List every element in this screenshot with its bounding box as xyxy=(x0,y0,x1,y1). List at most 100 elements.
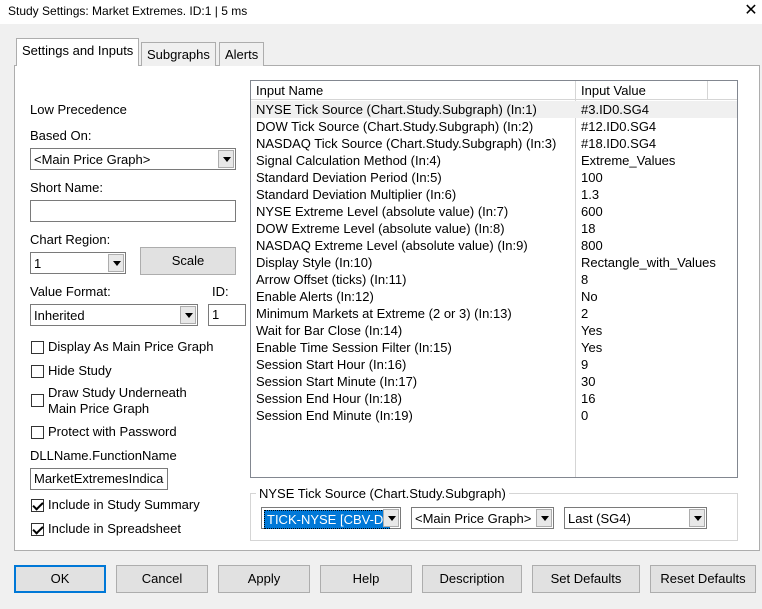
tab-alerts[interactable]: Alerts xyxy=(219,42,265,66)
table-row[interactable]: Display Style (In:10) Rectangle_with_Valu… xyxy=(251,254,737,271)
input-name-cell: Standard Deviation Period (In:5) xyxy=(256,170,442,185)
table-row[interactable]: NASDAQ Extreme Level (absolute value) (I… xyxy=(251,237,737,254)
scale-button[interactable]: Scale xyxy=(140,247,236,275)
table-row[interactable]: NASDAQ Tick Source (Chart.Study.Subgraph… xyxy=(251,135,737,152)
help-button[interactable]: Help xyxy=(320,565,412,593)
header-divider xyxy=(707,81,708,100)
table-row[interactable]: Session End Hour (In:18) 16 xyxy=(251,390,737,407)
input-value-cell[interactable]: #12.ID0.SG4 xyxy=(581,119,656,134)
value-format-value: Inherited xyxy=(34,308,85,323)
input-value-cell[interactable]: Extreme_Values xyxy=(581,153,675,168)
input-name-cell: Wait for Bar Close (In:14) xyxy=(256,323,403,338)
apply-button[interactable]: Apply xyxy=(218,565,310,593)
hide-study-label: Hide Study xyxy=(48,363,112,378)
input-name-cell: Minimum Markets at Extreme (2 or 3) (In:… xyxy=(256,306,512,321)
table-row[interactable]: DOW Extreme Level (absolute value) (In:8… xyxy=(251,220,737,237)
subgraph-source-value: Last (SG4) xyxy=(568,511,631,526)
chevron-down-icon xyxy=(180,306,196,324)
input-name-cell: Session End Minute (In:19) xyxy=(256,408,413,423)
value-format-dropdown[interactable]: Inherited xyxy=(30,304,198,326)
grid-header: Input Name Input Value xyxy=(251,81,737,100)
table-row[interactable]: Session Start Minute (In:17) 30 xyxy=(251,373,737,390)
chevron-down-icon xyxy=(108,254,124,272)
input-value-cell[interactable]: 0 xyxy=(581,408,588,423)
input-value-cell[interactable]: 18 xyxy=(581,221,595,236)
reset-defaults-button[interactable]: Reset Defaults xyxy=(650,565,756,593)
study-source-dropdown[interactable]: <Main Price Graph> xyxy=(411,507,554,529)
tab-subgraphs[interactable]: Subgraphs xyxy=(141,42,216,66)
input-value-cell[interactable]: Yes xyxy=(581,340,602,355)
include-spreadsheet-label: Include in Spreadsheet xyxy=(48,521,181,536)
input-value-cell[interactable]: 2 xyxy=(581,306,588,321)
input-value-cell[interactable]: 8 xyxy=(581,272,588,287)
input-name-cell: NASDAQ Extreme Level (absolute value) (I… xyxy=(256,238,528,253)
input-value-cell[interactable]: 1.3 xyxy=(581,187,599,202)
input-name-cell: DOW Tick Source (Chart.Study.Subgraph) (… xyxy=(256,119,534,134)
chevron-down-icon xyxy=(689,509,705,527)
dll-input[interactable]: MarketExtremesIndica xyxy=(30,468,168,490)
input-value-cell[interactable]: No xyxy=(581,289,598,304)
table-row[interactable]: Minimum Markets at Extreme (2 or 3) (In:… xyxy=(251,305,737,322)
cancel-button[interactable]: Cancel xyxy=(116,565,208,593)
hide-study-checkbox[interactable] xyxy=(31,365,44,378)
protect-password-checkbox[interactable] xyxy=(31,426,44,439)
dll-label: DLLName.FunctionName xyxy=(30,448,177,463)
input-name-cell: Standard Deviation Multiplier (In:6) xyxy=(256,187,457,202)
input-value-cell[interactable]: 16 xyxy=(581,391,595,406)
table-row[interactable]: DOW Tick Source (Chart.Study.Subgraph) (… xyxy=(251,118,737,135)
protect-password-label: Protect with Password xyxy=(48,424,177,439)
chart-source-dropdown[interactable]: TICK-NYSE [CBV-D] xyxy=(261,507,401,529)
table-row[interactable]: NYSE Tick Source (Chart.Study.Subgraph) … xyxy=(251,101,737,118)
input-value-cell[interactable]: 9 xyxy=(581,357,588,372)
id-label: ID: xyxy=(212,284,229,299)
chevron-down-icon xyxy=(218,150,234,168)
table-row[interactable]: Session Start Hour (In:16) 9 xyxy=(251,356,737,373)
input-name-cell: Session Start Hour (In:16) xyxy=(256,357,407,372)
table-row[interactable]: Enable Time Session Filter (In:15) Yes xyxy=(251,339,737,356)
input-value-cell[interactable]: 30 xyxy=(581,374,595,389)
include-summary-checkbox[interactable] xyxy=(31,499,44,512)
inputs-grid[interactable]: Input Name Input Value NYSE Tick Source … xyxy=(250,80,738,478)
display-as-main-label: Display As Main Price Graph xyxy=(48,339,214,354)
id-input[interactable]: 1 xyxy=(208,304,246,326)
input-name-cell: NYSE Tick Source (Chart.Study.Subgraph) … xyxy=(256,102,537,117)
description-button[interactable]: Description xyxy=(422,565,522,593)
input-value-cell[interactable]: Yes xyxy=(581,323,602,338)
header-input-name[interactable]: Input Name xyxy=(256,83,323,98)
ok-button[interactable]: OK xyxy=(14,565,106,593)
input-value-cell[interactable]: 100 xyxy=(581,170,603,185)
header-input-value[interactable]: Input Value xyxy=(581,83,646,98)
table-row[interactable]: Enable Alerts (In:12) No xyxy=(251,288,737,305)
short-name-input[interactable] xyxy=(30,200,236,222)
draw-underneath-checkbox[interactable] xyxy=(31,394,44,407)
draw-underneath-label-1: Draw Study Underneath xyxy=(48,385,187,400)
draw-underneath-label-2: Main Price Graph xyxy=(48,401,150,416)
input-name-cell: Enable Time Session Filter (In:15) xyxy=(256,340,452,355)
based-on-dropdown[interactable]: <Main Price Graph> xyxy=(30,148,236,170)
table-row[interactable]: Wait for Bar Close (In:14) Yes xyxy=(251,322,737,339)
input-value-cell[interactable]: 800 xyxy=(581,238,603,253)
input-name-cell: Session End Hour (In:18) xyxy=(256,391,402,406)
display-as-main-checkbox[interactable] xyxy=(31,341,44,354)
table-row[interactable]: Standard Deviation Multiplier (In:6) 1.3 xyxy=(251,186,737,203)
input-value-cell[interactable]: #18.ID0.SG4 xyxy=(581,136,656,151)
table-row[interactable]: Signal Calculation Method (In:4) Extreme_… xyxy=(251,152,737,169)
include-spreadsheet-checkbox[interactable] xyxy=(31,523,44,536)
input-name-cell: NYSE Extreme Level (absolute value) (In:… xyxy=(256,204,509,219)
subgraph-source-dropdown[interactable]: Last (SG4) xyxy=(564,507,707,529)
input-value-cell[interactable]: #3.ID0.SG4 xyxy=(581,102,649,117)
input-value-cell[interactable]: Rectangle_with_Values xyxy=(581,255,716,270)
chevron-down-icon xyxy=(383,509,399,527)
table-row[interactable]: Standard Deviation Period (In:5) 100 xyxy=(251,169,737,186)
table-row[interactable]: NYSE Extreme Level (absolute value) (In:… xyxy=(251,203,737,220)
tab-settings-and-inputs[interactable]: Settings and Inputs xyxy=(16,38,140,66)
close-icon[interactable]: ✕ xyxy=(740,1,762,23)
chart-region-label: Chart Region: xyxy=(30,232,111,247)
chart-region-dropdown[interactable]: 1 xyxy=(30,252,126,274)
value-format-label: Value Format: xyxy=(30,284,111,299)
set-defaults-button[interactable]: Set Defaults xyxy=(532,565,640,593)
input-name-cell: NASDAQ Tick Source (Chart.Study.Subgraph… xyxy=(256,136,557,151)
table-row[interactable]: Session End Minute (In:19) 0 xyxy=(251,407,737,424)
input-value-cell[interactable]: 600 xyxy=(581,204,603,219)
table-row[interactable]: Arrow Offset (ticks) (In:11) 8 xyxy=(251,271,737,288)
